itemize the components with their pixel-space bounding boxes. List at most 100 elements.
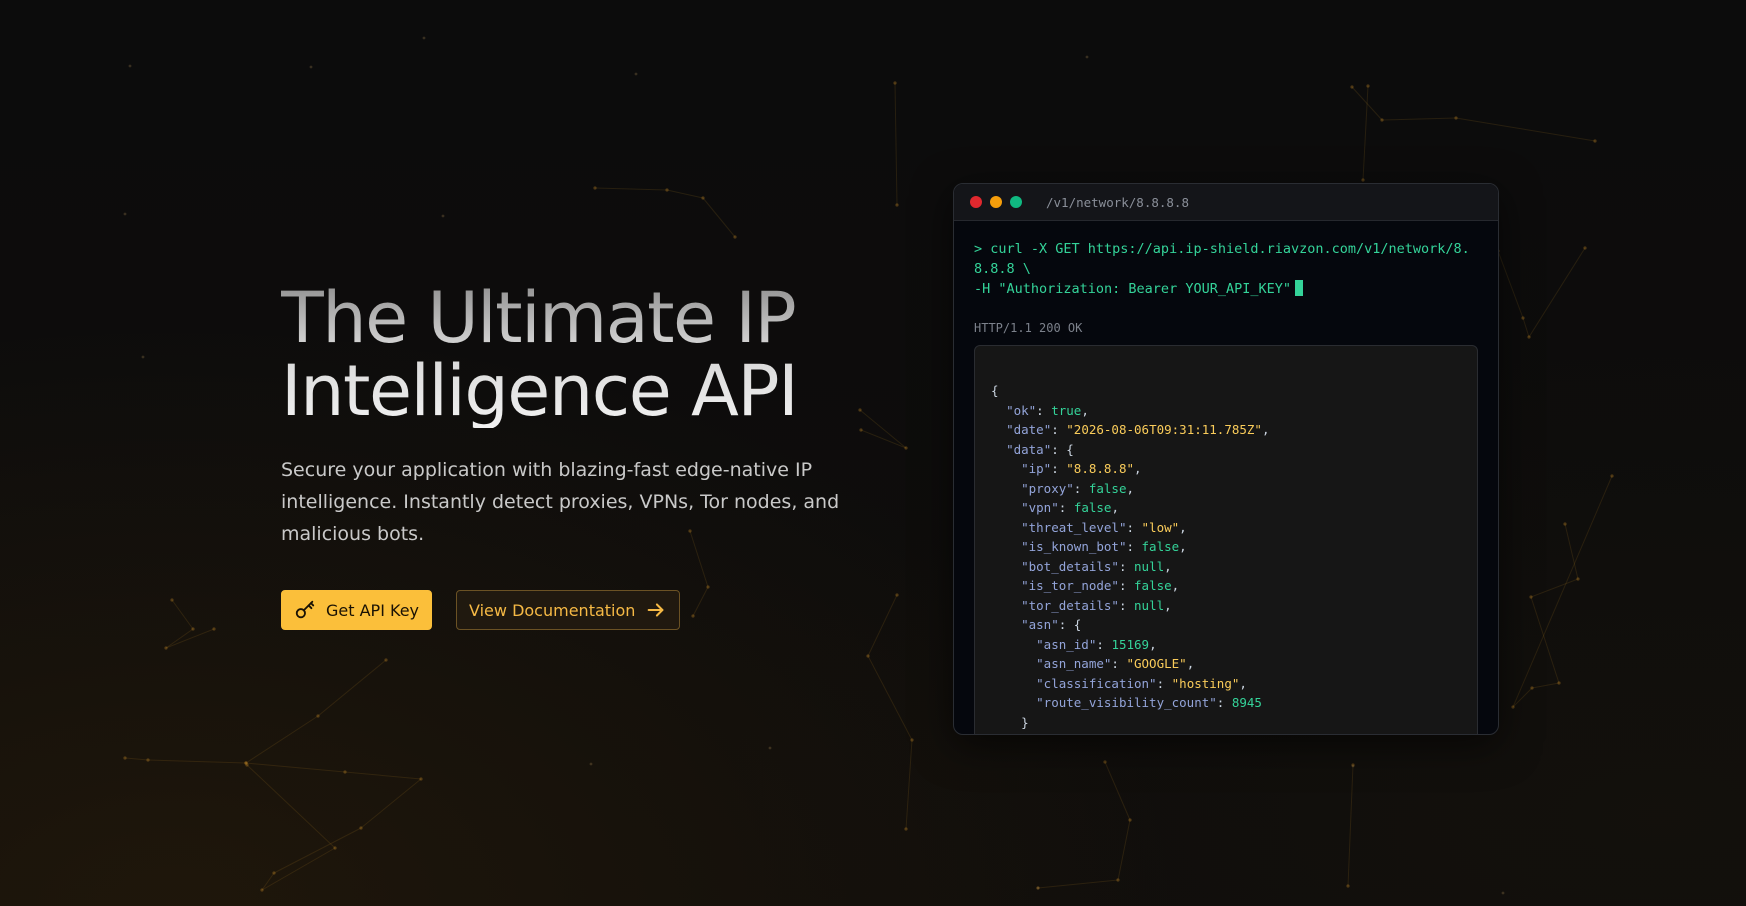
json-line-ip: "ip": "8.8.8.8", xyxy=(1021,461,1142,476)
terminal-body: > curl -X GET https://api.ip-shield.riav… xyxy=(954,221,1498,734)
network-node xyxy=(212,627,216,631)
network-node xyxy=(1593,139,1597,143)
terminal-command-text: > curl -X GET https://api.ip-shield.riav… xyxy=(974,241,1470,297)
network-node xyxy=(1103,760,1107,764)
network-node xyxy=(1527,335,1531,339)
network-node xyxy=(419,777,423,781)
hero-title-line-2: Intelligence API xyxy=(281,350,798,432)
response-status: HTTP/1.1 200 OK xyxy=(974,321,1083,335)
network-node xyxy=(593,186,597,190)
network-line xyxy=(1528,247,1586,338)
json-line-is-known-bot: "is_known_bot": false, xyxy=(1021,539,1187,554)
network-node xyxy=(1501,891,1505,895)
json-close-brace: } xyxy=(1021,714,1029,730)
network-line xyxy=(245,715,319,764)
json-line-asn-name: "asn_name": "GOOGLE", xyxy=(1036,656,1195,671)
network-line xyxy=(245,762,346,773)
json-line-threat-level: "threat_level": "low", xyxy=(1021,519,1187,535)
network-node xyxy=(665,188,669,192)
network-node xyxy=(768,746,772,750)
network-node xyxy=(128,64,132,68)
json-open-brace: { xyxy=(991,383,999,398)
network-line xyxy=(1381,117,1457,121)
network-node xyxy=(1583,246,1587,250)
terminal-path: /v1/network/8.8.8.8 xyxy=(1046,194,1189,210)
network-line xyxy=(859,409,907,449)
network-node xyxy=(309,65,313,69)
network-node xyxy=(1036,886,1040,890)
network-node xyxy=(191,627,195,631)
hero-title-line-1: The Ultimate IP xyxy=(281,277,796,359)
json-line-classification: "classification": "hosting", xyxy=(1036,675,1247,691)
network-line xyxy=(867,594,898,657)
network-line xyxy=(261,872,275,891)
network-node xyxy=(146,758,150,762)
network-line xyxy=(124,757,149,761)
network-node xyxy=(1128,818,1132,822)
network-node xyxy=(343,770,347,774)
network-line xyxy=(147,759,247,764)
network-node xyxy=(316,714,320,718)
network-node xyxy=(895,203,899,207)
minimize-window-dot xyxy=(990,196,1002,208)
network-node xyxy=(260,888,264,892)
network-node xyxy=(910,738,914,742)
json-line-asn-id: "asn_id": 15169, xyxy=(1036,636,1157,652)
get-api-key-button[interactable]: Get API Key xyxy=(281,590,433,630)
network-line xyxy=(1497,250,1524,319)
network-node xyxy=(589,762,593,766)
network-node xyxy=(1511,705,1515,709)
json-line-tor-details: "tor_details": null, xyxy=(1021,597,1172,613)
terminal-cursor xyxy=(1294,280,1303,296)
network-node xyxy=(701,196,705,200)
network-line xyxy=(594,187,668,191)
json-line-proxy: "proxy": false, xyxy=(1021,480,1135,496)
network-node xyxy=(441,214,445,218)
view-documentation-label: View Documentation xyxy=(469,600,636,620)
network-node xyxy=(164,646,168,650)
network-node xyxy=(1576,577,1580,581)
network-node xyxy=(895,593,899,597)
network-node xyxy=(123,756,127,760)
network-line xyxy=(246,764,336,849)
network-line xyxy=(1455,117,1596,142)
network-line xyxy=(1037,879,1119,889)
network-line xyxy=(344,771,422,780)
terminal-window: /v1/network/8.8.8.8 > curl -X GET https:… xyxy=(953,183,1499,735)
network-line xyxy=(1531,682,1560,689)
network-line xyxy=(894,82,898,206)
network-node xyxy=(1563,522,1567,526)
network-line xyxy=(165,628,215,649)
network-node xyxy=(1380,118,1384,122)
network-node xyxy=(359,826,363,830)
get-api-key-label: Get API Key xyxy=(326,600,420,620)
network-line xyxy=(273,827,362,874)
json-key-data: "data": { xyxy=(1006,441,1074,457)
network-node xyxy=(1521,316,1525,320)
network-node xyxy=(733,235,737,239)
json-line-is-tor-node: "is_tor_node": false, xyxy=(1021,578,1180,593)
network-node xyxy=(170,598,174,602)
network-node xyxy=(384,658,388,662)
network-node xyxy=(244,761,248,765)
network-node xyxy=(634,72,638,76)
hero-title: The Ultimate IP Intelligence API xyxy=(281,282,841,428)
network-line xyxy=(1104,761,1131,821)
network-line xyxy=(171,599,194,630)
hero-section: The Ultimate IP Intelligence API Secure … xyxy=(281,282,841,630)
network-node xyxy=(1350,85,1354,89)
view-documentation-button[interactable]: View Documentation xyxy=(456,590,681,630)
json-close-brace: } xyxy=(991,732,1461,734)
json-line-ok: "ok": true, xyxy=(1006,402,1089,418)
network-node xyxy=(1557,681,1561,685)
network-node xyxy=(1351,764,1355,768)
network-node xyxy=(1366,84,1370,88)
network-line xyxy=(1347,764,1354,887)
network-line xyxy=(261,847,336,891)
network-node xyxy=(904,446,908,450)
network-node xyxy=(1346,884,1350,888)
network-node xyxy=(866,654,870,658)
close-window-dot xyxy=(970,196,982,208)
network-line xyxy=(867,655,913,741)
network-node xyxy=(333,846,337,850)
